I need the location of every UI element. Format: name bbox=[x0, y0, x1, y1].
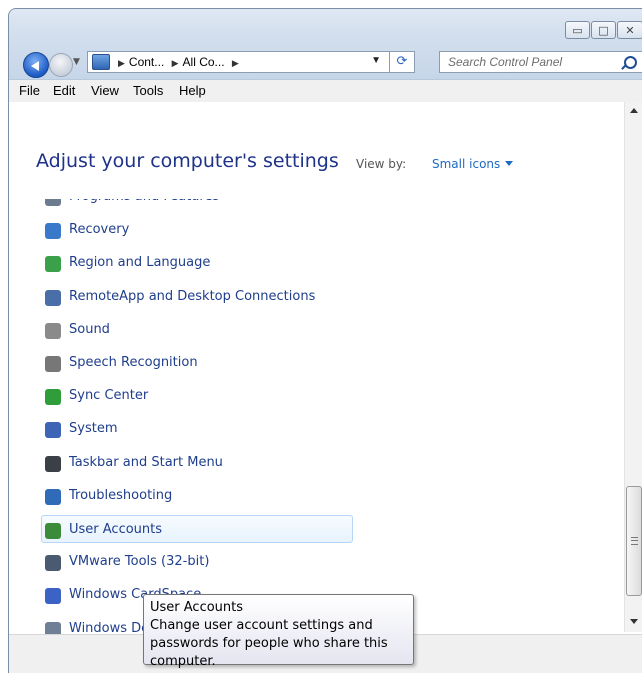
list-item[interactable]: Speech Recognition bbox=[42, 349, 352, 377]
page-title: Adjust your computer's settings bbox=[36, 150, 339, 172]
list-item-label: Taskbar and Start Menu bbox=[69, 454, 223, 470]
list-item[interactable]: Troubleshooting bbox=[42, 482, 352, 510]
tooltip-line: Change user account settings and bbox=[150, 618, 373, 633]
list-item[interactable]: Region and Language bbox=[42, 249, 352, 277]
address-dropdown-icon[interactable]: ▼ bbox=[371, 55, 381, 66]
system-icon bbox=[45, 422, 61, 439]
breadcrumb: ▶ Cont... ▶ All Co... ▶ bbox=[114, 55, 243, 69]
tooltip: User Accounts Change user account settin… bbox=[143, 594, 414, 669]
view-by-value: Small icons bbox=[432, 157, 501, 171]
address-bar[interactable]: ▶ Cont... ▶ All Co... ▶ ▼ bbox=[87, 51, 390, 73]
list-item[interactable]: RemoteApp and Desktop Connections bbox=[42, 283, 352, 311]
windows-cardspace-icon bbox=[45, 588, 61, 605]
programs-features-icon bbox=[45, 199, 61, 206]
remoteapp-icon bbox=[45, 289, 61, 306]
sync-icon bbox=[45, 389, 61, 406]
refresh-button[interactable]: ⟳ bbox=[390, 51, 415, 73]
scrollbar-grip-icon bbox=[631, 537, 638, 545]
breadcrumb-item-all-control-panel[interactable]: All Co... bbox=[183, 55, 225, 69]
menu-bar: File Edit View Tools Help bbox=[9, 79, 642, 103]
list-item[interactable]: User Accounts bbox=[41, 515, 353, 543]
breadcrumb-separator-icon[interactable]: ▶ bbox=[172, 58, 179, 68]
users-icon bbox=[45, 523, 61, 539]
view-by-label: View by: bbox=[356, 157, 407, 171]
control-panel-window: ▭ □ ✕ ▼ ▶ Cont... ▶ All Co... ▶ ▼ ⟳ Search… bbox=[8, 8, 642, 673]
caption-buttons: ▭ □ ✕ bbox=[564, 21, 642, 39]
list-item[interactable]: Sync Center bbox=[42, 382, 352, 410]
list-item[interactable]: Programs and Features bbox=[42, 199, 352, 211]
menu-help[interactable]: Help bbox=[179, 83, 206, 98]
back-button[interactable] bbox=[23, 52, 49, 78]
speaker-icon bbox=[45, 322, 61, 339]
scrollbar-thumb[interactable] bbox=[626, 486, 642, 596]
scroll-up-arrow-icon[interactable] bbox=[630, 108, 638, 113]
minimize-button[interactable]: ▭ bbox=[565, 21, 590, 39]
view-by-dropdown[interactable]: Small icons bbox=[432, 157, 514, 171]
search-input[interactable]: Search Control Panel bbox=[439, 51, 642, 73]
vertical-scrollbar[interactable] bbox=[624, 102, 642, 632]
list-item-label: User Accounts bbox=[69, 522, 163, 537]
content-pane: Adjust your computer's settings View by:… bbox=[9, 102, 642, 634]
list-item[interactable]: System bbox=[42, 415, 352, 443]
menu-view[interactable]: View bbox=[91, 83, 119, 98]
tooltip-line: computer. bbox=[150, 654, 216, 669]
list-item-label: RemoteApp and Desktop Connections bbox=[69, 288, 316, 304]
close-button[interactable]: ✕ bbox=[617, 21, 642, 39]
taskbar-icon bbox=[45, 455, 61, 472]
list-item-label: Troubleshooting bbox=[69, 487, 173, 503]
tooltip-line: passwords for people who share this bbox=[150, 636, 388, 651]
list-item-label: Sound bbox=[69, 321, 110, 337]
list-item[interactable]: VMware Tools (32-bit) bbox=[42, 548, 352, 576]
list-item[interactable]: Sound bbox=[42, 316, 352, 344]
breadcrumb-item-control-panel[interactable]: Cont... bbox=[129, 55, 164, 69]
control-panel-icon bbox=[92, 54, 110, 70]
list-item-label: VMware Tools (32-bit) bbox=[69, 554, 210, 570]
search-icon[interactable] bbox=[624, 56, 637, 69]
globe-icon bbox=[45, 256, 61, 273]
recent-pages-dropdown[interactable]: ▼ bbox=[73, 57, 80, 67]
windows-icon bbox=[45, 621, 61, 634]
list-item-label: Region and Language bbox=[69, 255, 211, 271]
breadcrumb-separator-icon[interactable]: ▶ bbox=[118, 58, 125, 68]
list-item-label: Recovery bbox=[69, 222, 130, 238]
troubleshooting-icon bbox=[45, 488, 61, 505]
list-item[interactable]: Taskbar and Start Menu bbox=[42, 449, 352, 477]
tooltip-title: User Accounts bbox=[150, 600, 244, 615]
vmware-icon bbox=[45, 555, 61, 572]
maximize-button[interactable]: □ bbox=[591, 21, 616, 39]
navigation-bar: ▼ ▶ Cont... ▶ All Co... ▶ ▼ ⟳ Search Contr… bbox=[9, 47, 642, 78]
control-panel-items: Programs and Features Recovery Region and … bbox=[9, 199, 623, 634]
list-item-label: Sync Center bbox=[69, 388, 149, 404]
list-item-label: Speech Recognition bbox=[69, 355, 198, 370]
chevron-down-icon bbox=[505, 161, 514, 166]
menu-edit[interactable]: Edit bbox=[53, 83, 75, 98]
forward-button[interactable] bbox=[49, 53, 73, 77]
menu-tools[interactable]: Tools bbox=[133, 83, 163, 98]
title-bar: ▭ □ ✕ ▼ ▶ Cont... ▶ All Co... ▶ ▼ ⟳ Search… bbox=[9, 9, 642, 79]
search-placeholder: Search Control Panel bbox=[448, 55, 563, 69]
list-item[interactable]: Recovery bbox=[42, 216, 352, 244]
recovery-icon bbox=[45, 223, 61, 240]
scroll-down-arrow-icon[interactable] bbox=[630, 619, 638, 624]
list-item-label: Programs and Features bbox=[69, 199, 219, 204]
breadcrumb-separator-icon[interactable]: ▶ bbox=[232, 58, 239, 68]
menu-file[interactable]: File bbox=[19, 83, 40, 98]
microphone-icon bbox=[45, 356, 61, 372]
list-item-label: System bbox=[69, 421, 118, 437]
